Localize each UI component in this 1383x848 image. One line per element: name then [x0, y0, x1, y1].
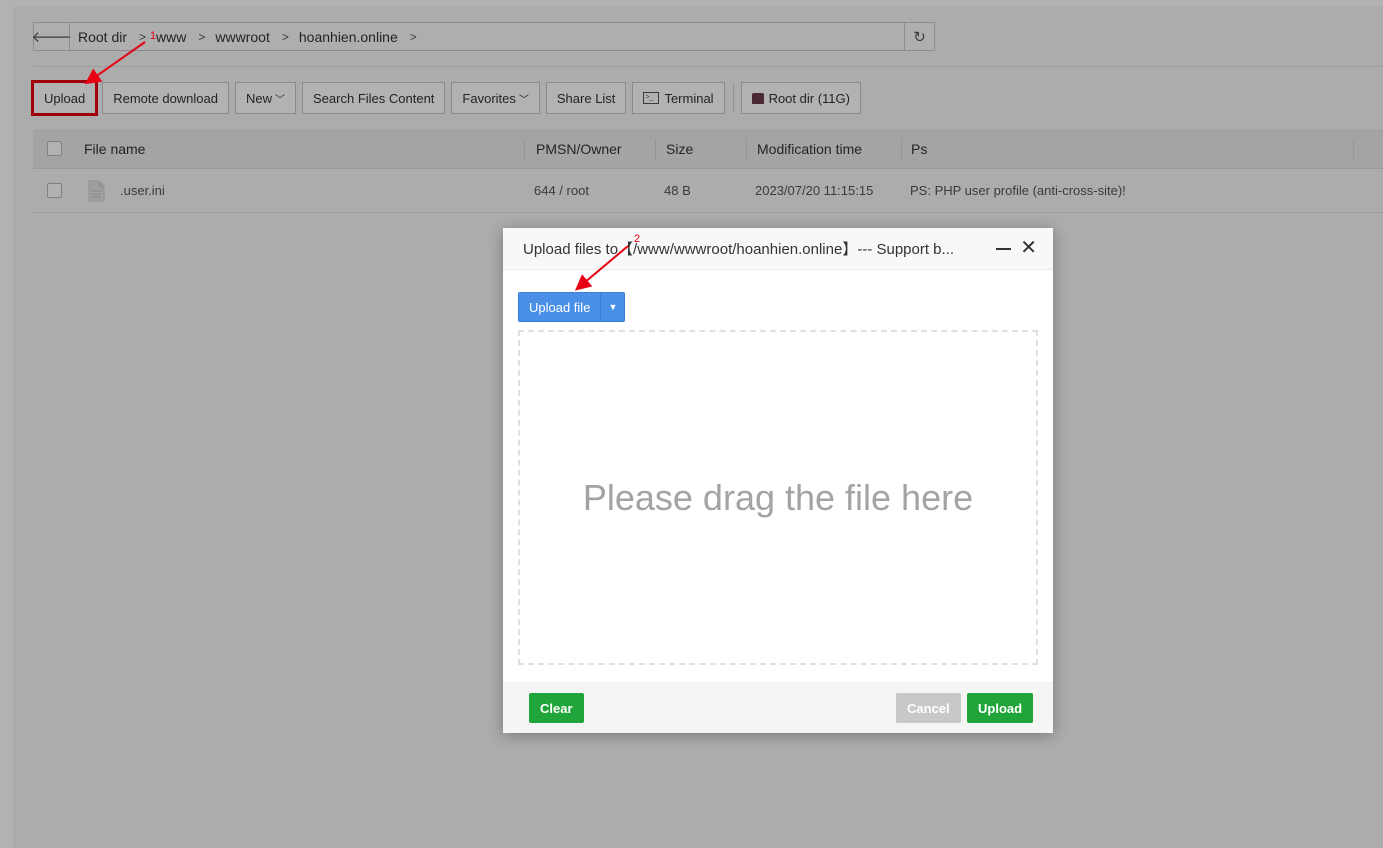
confirm-upload-label: Upload	[978, 700, 1023, 716]
clear-label: Clear	[540, 700, 573, 716]
dialog-title: Upload files to【/www/wwwroot/hoanhien.on…	[523, 241, 955, 258]
upload-file-label: Upload file	[529, 299, 591, 315]
cancel-button[interactable]: Cancel	[896, 693, 961, 723]
dialog-footer: Clear Cancel Upload	[503, 682, 1053, 733]
clear-button[interactable]: Clear	[529, 693, 584, 723]
drop-zone[interactable]: Please drag the file here	[518, 330, 1038, 665]
minimize-icon[interactable]	[996, 248, 1011, 250]
drop-zone-text: Please drag the file here	[582, 476, 974, 518]
dialog-header: Upload files to【/www/wwwroot/hoanhien.on…	[503, 228, 1053, 270]
upload-file-button[interactable]: Upload file ▼	[518, 292, 626, 322]
confirm-upload-button[interactable]: Upload	[967, 693, 1034, 723]
cancel-label: Cancel	[907, 700, 950, 716]
close-icon[interactable]: ✕	[1020, 238, 1037, 258]
caret-down-icon[interactable]: ▼	[600, 293, 624, 321]
upload-dialog: Upload files to【/www/wwwroot/hoanhien.on…	[503, 228, 1053, 733]
